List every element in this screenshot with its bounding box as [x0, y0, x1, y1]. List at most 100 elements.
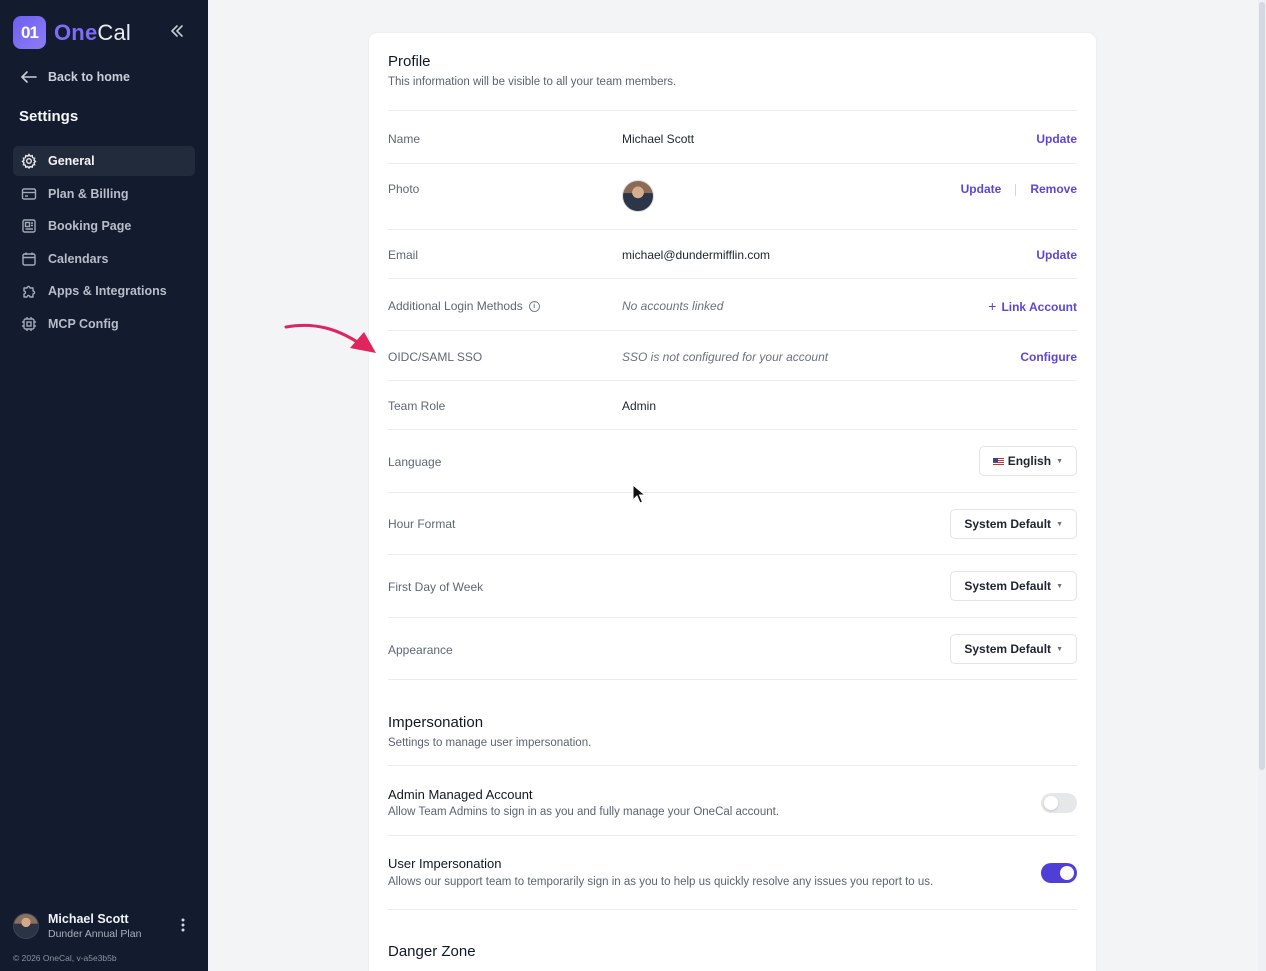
- hour-format-select[interactable]: System Default ▼: [950, 509, 1077, 539]
- more-vertical-icon[interactable]: [181, 918, 185, 936]
- name-value: Michael Scott: [622, 132, 695, 146]
- impersonation-header: Impersonation Settings to manage user im…: [388, 714, 1077, 749]
- update-photo-button[interactable]: Update: [961, 182, 1002, 196]
- user-impersonation-row: User Impersonation Allows our support te…: [388, 835, 1077, 910]
- user-name: Michael Scott: [48, 912, 129, 926]
- plus-icon: +: [988, 298, 997, 314]
- team-role-label: Team Role: [388, 399, 446, 413]
- appearance-label: Appearance: [388, 643, 453, 657]
- sidebar-item-label: Calendars: [48, 251, 109, 266]
- email-label: Email: [388, 248, 419, 262]
- appearance-value: System Default: [964, 642, 1052, 656]
- login-methods-text: Additional Login Methods: [388, 299, 523, 313]
- admin-managed-title: Admin Managed Account: [388, 787, 533, 802]
- update-name-button[interactable]: Update: [1036, 132, 1077, 146]
- sidebar-item-label: Booking Page: [48, 219, 132, 233]
- photo-value: [622, 180, 654, 212]
- update-email-button[interactable]: Update: [1036, 248, 1077, 262]
- appearance-select[interactable]: System Default ▼: [950, 634, 1077, 664]
- avatar: [13, 913, 39, 939]
- sidebar-item-label: Apps & Integrations: [48, 284, 167, 298]
- first-day-select[interactable]: System Default ▼: [950, 571, 1077, 601]
- profile-photo: [622, 180, 654, 212]
- sidebar-item-label: Plan & Billing: [48, 186, 129, 201]
- login-methods-row: Additional Login Methods i No accounts li…: [388, 278, 1077, 330]
- email-value: michael@dundermifflin.com: [622, 248, 771, 262]
- back-to-home-label: Back to home: [48, 70, 130, 84]
- appearance-row: Appearance System Default ▼: [388, 617, 1077, 680]
- back-to-home-link[interactable]: Back to home: [20, 70, 130, 84]
- info-icon[interactable]: i: [528, 300, 540, 312]
- sidebar: 01 OneCal Back to home Settings General …: [0, 0, 208, 971]
- brand-name: OneCal: [54, 20, 131, 46]
- divider: [1015, 183, 1017, 196]
- team-role-row: Team Role Admin: [388, 380, 1077, 429]
- language-select[interactable]: English ▼: [978, 446, 1077, 476]
- gear-icon: [20, 152, 38, 170]
- login-methods-label: Additional Login Methods i: [388, 299, 540, 313]
- credit-card-icon: [20, 185, 38, 203]
- impersonation-subtitle: Settings to manage user impersonation.: [388, 737, 592, 749]
- mouse-cursor-icon: [632, 484, 646, 504]
- copyright-text: © 2026 OneCal, v-a5e3b5b: [13, 953, 117, 963]
- brand-suffix: Cal: [97, 19, 132, 45]
- logo[interactable]: 01 OneCal: [13, 16, 131, 49]
- collapse-sidebar-icon[interactable]: [168, 22, 188, 42]
- first-day-value: System Default: [964, 579, 1052, 593]
- danger-zone-header: Danger Zone: [388, 943, 1077, 960]
- photo-row: Photo Update Remove: [388, 163, 1077, 229]
- photo-label: Photo: [388, 182, 420, 196]
- annotation-arrow-icon: [284, 323, 376, 353]
- chip-icon: [20, 315, 38, 333]
- logo-mark: 01: [13, 16, 46, 49]
- us-flag-icon: [992, 457, 1004, 465]
- sidebar-item-general[interactable]: General: [13, 146, 195, 176]
- user-impersonation-title: User Impersonation: [388, 856, 502, 871]
- sidebar-item-mcp-config[interactable]: MCP Config: [13, 309, 195, 339]
- impersonation-title: Impersonation: [388, 714, 484, 731]
- name-label: Name: [388, 132, 421, 146]
- user-impersonation-desc: Allows our support team to temporarily s…: [388, 876, 934, 888]
- chevron-down-icon: ▼: [1056, 520, 1063, 528]
- team-role-value: Admin: [622, 399, 657, 413]
- brand-prefix: One: [54, 19, 98, 45]
- hour-format-value: System Default: [964, 517, 1052, 531]
- language-value: English: [1007, 454, 1052, 468]
- puzzle-icon: [20, 282, 38, 300]
- first-day-label: First Day of Week: [388, 580, 484, 594]
- profile-subtitle: This information will be visible to all …: [388, 76, 677, 88]
- chevron-down-icon: ▼: [1056, 457, 1063, 465]
- settings-nav: General Plan & Billing Booking Page Cale…: [13, 146, 195, 341]
- user-menu[interactable]: Michael Scott Dunder Annual Plan: [13, 912, 195, 940]
- calendar-icon: [20, 250, 38, 268]
- login-methods-value: No accounts linked: [622, 299, 724, 313]
- configure-sso-button[interactable]: Configure: [1020, 350, 1077, 364]
- profile-title: Profile: [388, 53, 431, 70]
- language-row: Language English ▼: [388, 429, 1077, 492]
- admin-managed-row: Admin Managed Account Allow Team Admins …: [388, 765, 1077, 835]
- toggle-knob: [1060, 866, 1074, 880]
- profile-header: Profile This information will be visible…: [388, 53, 1077, 88]
- hour-format-row: Hour Format System Default ▼: [388, 492, 1077, 554]
- page-scrollbar[interactable]: [1258, 0, 1266, 971]
- first-day-row: First Day of Week System Default ▼: [388, 554, 1077, 617]
- chevron-down-icon: ▼: [1056, 645, 1063, 653]
- link-account-button[interactable]: + Link Account: [988, 298, 1077, 314]
- sidebar-item-apps-integrations[interactable]: Apps & Integrations: [13, 276, 195, 306]
- sso-value: SSO is not configured for your account: [622, 350, 829, 364]
- user-plan: Dunder Annual Plan: [48, 928, 142, 940]
- user-info: Michael Scott Dunder Annual Plan: [48, 912, 141, 940]
- email-row: Email michael@dundermifflin.com Update: [388, 229, 1077, 278]
- admin-managed-toggle[interactable]: [1041, 793, 1077, 813]
- settings-heading: Settings: [19, 108, 79, 125]
- sidebar-item-booking-page[interactable]: Booking Page: [13, 211, 195, 241]
- scrollbar-thumb[interactable]: [1259, 2, 1265, 770]
- admin-managed-desc: Allow Team Admins to sign in as you and …: [388, 806, 779, 818]
- user-impersonation-toggle[interactable]: [1041, 863, 1077, 883]
- sso-label: OIDC/SAML SSO: [388, 350, 483, 364]
- danger-zone-title: Danger Zone: [388, 943, 476, 960]
- remove-photo-button[interactable]: Remove: [1030, 182, 1077, 196]
- sidebar-item-calendars[interactable]: Calendars: [13, 244, 195, 274]
- settings-card: Profile This information will be visible…: [369, 33, 1096, 971]
- sidebar-item-plan-billing[interactable]: Plan & Billing: [13, 179, 195, 209]
